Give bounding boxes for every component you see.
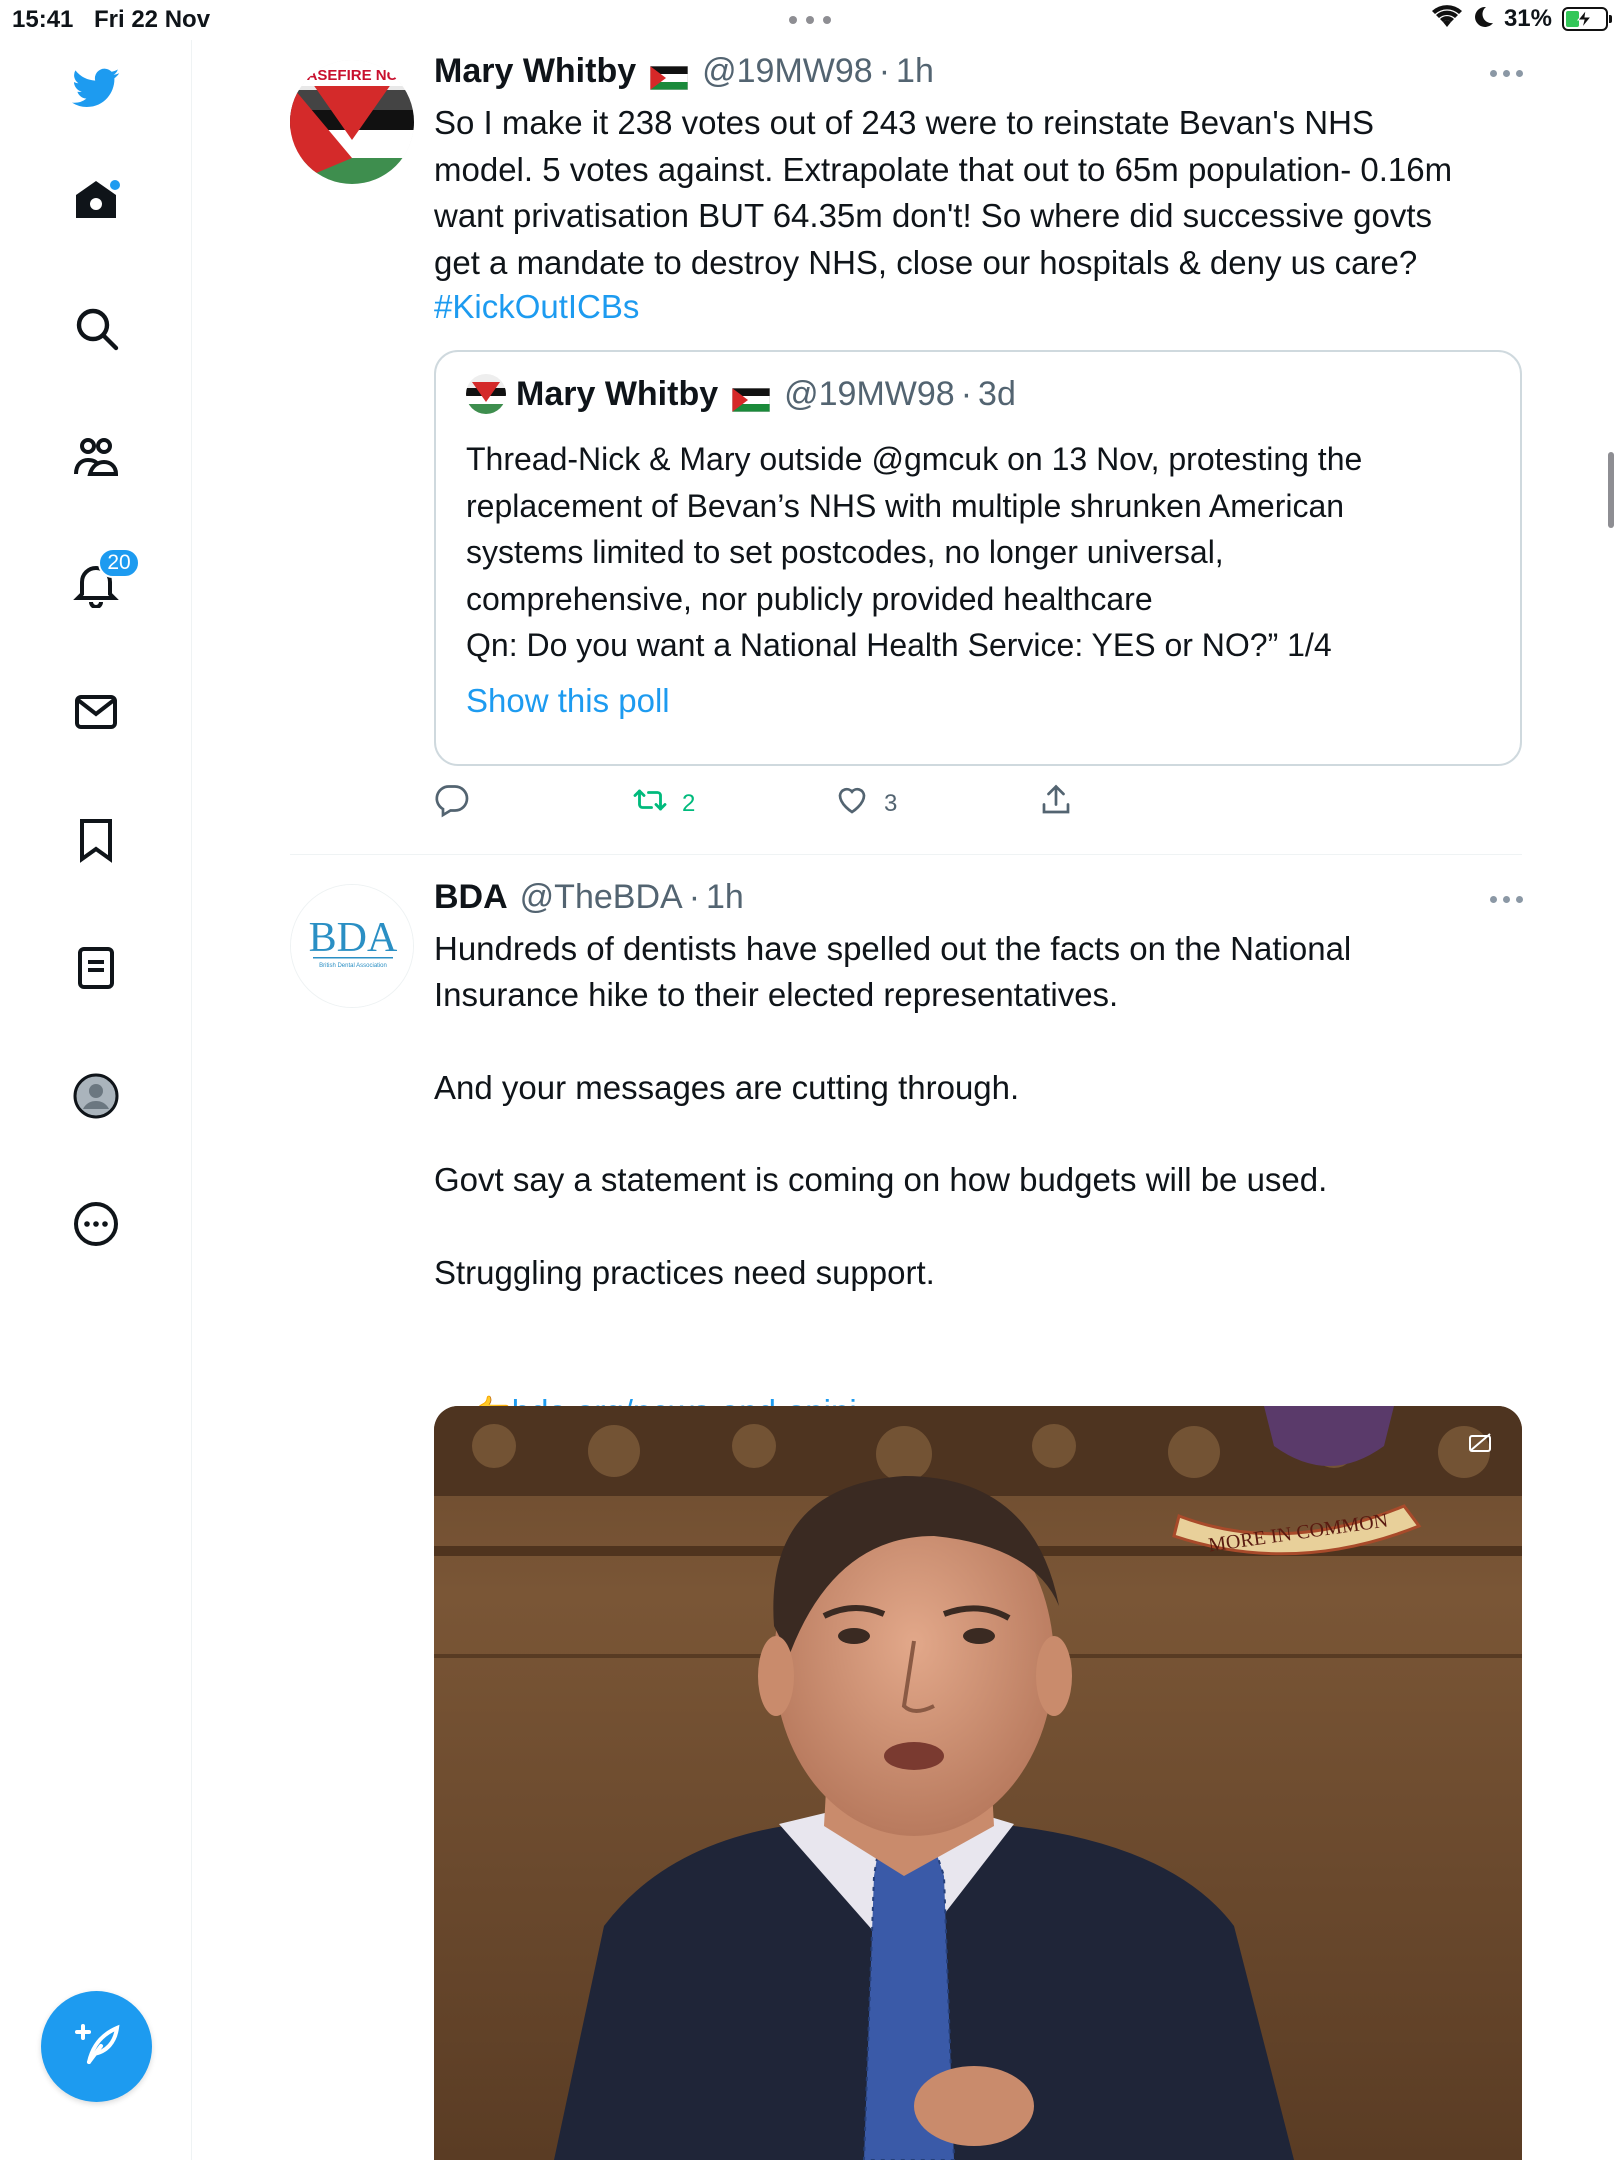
tweet-header: Mary Whitby @19MW98 · 1h: [434, 52, 934, 91]
search-icon: [72, 304, 120, 357]
share-icon: [1038, 782, 1074, 825]
quoted-author-name: Mary Whitby: [516, 374, 719, 413]
media-settings-icon[interactable]: [1468, 1432, 1494, 1454]
like-count: 3: [884, 789, 898, 817]
author-handle[interactable]: @19MW98: [702, 52, 873, 91]
notification-count-badge: 20: [98, 548, 140, 578]
heart-icon: [834, 782, 870, 825]
battery-icon: [1562, 7, 1612, 31]
profile-icon: [72, 1072, 120, 1125]
nav-lists[interactable]: [62, 936, 130, 1004]
show-poll-link[interactable]: Show this poll: [466, 682, 670, 720]
nav-more[interactable]: [62, 1192, 130, 1260]
tweet-text: Hundreds of dentists have spelled out th…: [434, 930, 1352, 1292]
status-date: Fri 22 Nov: [94, 6, 211, 33]
tweet-more-icon[interactable]: [1490, 70, 1524, 78]
tweet-time[interactable]: 1h: [706, 878, 744, 917]
author-handle[interactable]: @TheBDA: [520, 878, 683, 917]
reply-icon: [434, 782, 470, 825]
nav-messages[interactable]: [62, 680, 130, 748]
compose-tweet-icon: [73, 2020, 121, 2073]
tweet-divider: [290, 854, 1522, 855]
battery-percent: 31%: [1503, 5, 1552, 32]
tweet-header: BDA @TheBDA · 1h: [434, 878, 744, 917]
nav-communities[interactable]: [62, 424, 130, 492]
wifi-icon: [1431, 4, 1462, 34]
status-time: 15:41: [12, 6, 74, 33]
palestine-flag-icon: [731, 382, 771, 413]
reply-button[interactable]: [434, 782, 470, 825]
twitter-bird-icon: [72, 64, 120, 117]
quoted-tweet[interactable]: Mary Whitby @19MW98 · 3d Thread-Nick & M…: [434, 350, 1522, 766]
compose-tweet-button[interactable]: [41, 1991, 152, 2102]
author-name[interactable]: BDA: [434, 878, 508, 917]
status-bar: 15:41 Fri 22 Nov 31%: [0, 0, 1620, 40]
nav-bookmarks[interactable]: [62, 808, 130, 876]
moon-icon: [1472, 5, 1494, 34]
sidebar: 20: [0, 40, 192, 2160]
nav-home[interactable]: [62, 168, 130, 236]
tweet-time[interactable]: 1h: [896, 52, 934, 91]
avatar-text: ASEFIRE NC: [307, 67, 398, 84]
bookmarks-icon: [72, 816, 120, 869]
tweet-more-icon[interactable]: [1490, 896, 1524, 904]
lists-icon: [72, 944, 120, 997]
retweet-button[interactable]: 2: [632, 782, 695, 825]
author-avatar[interactable]: BDA British Dental Association: [290, 884, 414, 1008]
separator: ·: [878, 52, 891, 90]
hashtag-link[interactable]: #KickOutICBs: [434, 284, 639, 331]
twitter-logo[interactable]: [62, 56, 130, 124]
separator: ·: [688, 878, 701, 916]
home-unread-dot: [108, 178, 122, 192]
tweet-text: So I make it 238 votes out of 243 were t…: [434, 104, 1453, 281]
quoted-tweet-header: Mary Whitby @19MW98 · 3d: [466, 374, 1016, 414]
avatar-subtext: British Dental Association: [319, 963, 387, 969]
tweet-media-video[interactable]: MORE IN COMMON: [434, 1406, 1522, 2160]
communities-icon: [72, 432, 120, 485]
author-avatar[interactable]: ASEFIRE NC: [290, 60, 414, 184]
author-name[interactable]: Mary Whitby: [434, 52, 636, 91]
multitasking-dots[interactable]: [789, 16, 831, 24]
more-options-icon: [72, 1200, 120, 1253]
tweet-actions: 2 3: [434, 782, 1134, 826]
scroll-indicator[interactable]: [1608, 452, 1614, 528]
retweet-icon: [632, 782, 668, 825]
quoted-tweet-time: 3d: [978, 374, 1016, 413]
quoted-author-avatar: [466, 374, 506, 414]
messages-icon: [72, 688, 120, 741]
quoted-tweet-text: Thread-Nick & Mary outside @gmcuk on 13 …: [466, 441, 1363, 663]
nav-notifications[interactable]: 20: [62, 548, 140, 620]
nav-profile[interactable]: [62, 1064, 130, 1132]
separator: ·: [960, 374, 973, 413]
palestine-flag-icon: [649, 60, 689, 90]
quoted-author-handle: @19MW98: [784, 374, 955, 413]
retweet-count: 2: [682, 789, 696, 817]
avatar-text: BDA: [309, 915, 398, 961]
like-button[interactable]: 3: [834, 782, 897, 825]
share-button[interactable]: [1038, 782, 1074, 825]
nav-search[interactable]: [62, 296, 130, 364]
